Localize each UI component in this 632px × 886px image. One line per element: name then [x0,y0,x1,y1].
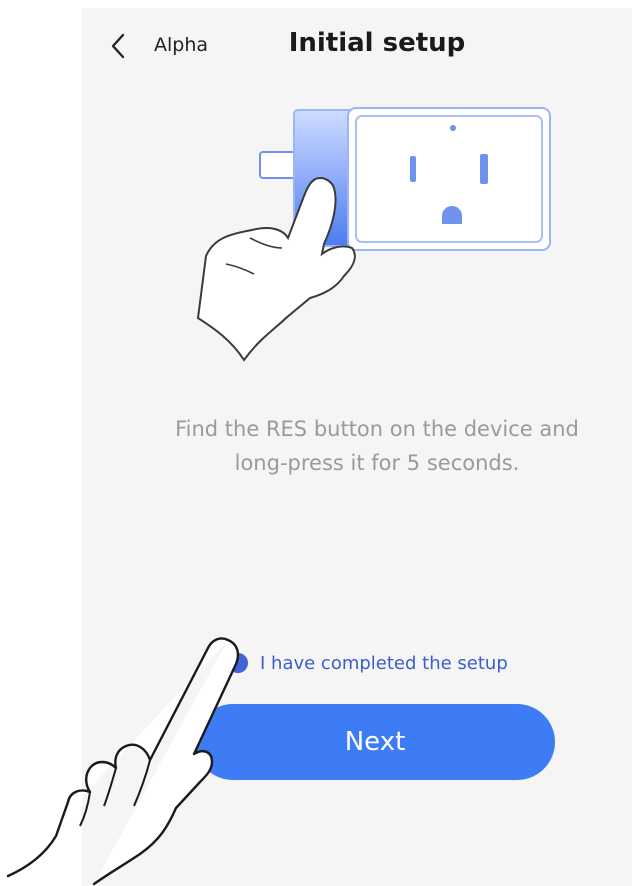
setup-complete-checkbox[interactable]: I have completed the setup [228,648,508,678]
checkbox-label[interactable]: I have completed the setup [260,653,508,674]
page: Alpha Initial setup Find the RES button … [0,0,632,886]
next-button[interactable]: Next [195,704,555,780]
instruction-line-1: Find the RES button on the device and [175,417,579,441]
page-title: Initial setup [288,28,466,58]
checkbox-indicator[interactable] [228,653,248,673]
top-nav: Alpha Initial setup [82,20,632,72]
instruction-line-2: long-press it for 5 seconds. [234,451,520,475]
smart-plug-illustration [196,107,551,362]
instruction-text: Find the RES button on the device and lo… [130,412,624,480]
